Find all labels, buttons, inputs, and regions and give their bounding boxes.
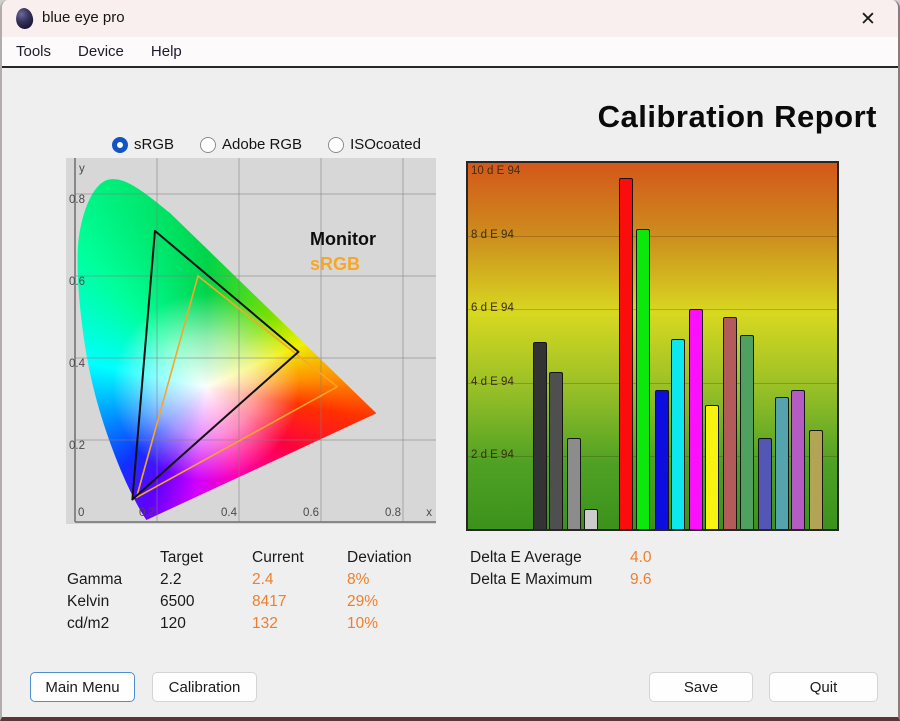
delta-e-bar-green [636,228,650,529]
delta-e-bar-slate-blue [758,437,772,529]
delta-e-maximum-value: 9.6 [630,571,652,588]
cie-x-tick-label: 0.6 [303,507,319,519]
stats-deviation-value: 29% [347,593,379,610]
radio-unselected-icon[interactable] [328,136,345,153]
cie-grid-and-gamut-triangles: y 0.8 0.6 0.4 0.2 0 0.2 0.4 0.6 0.8 x [69,158,436,523]
delta-e-bar-orchid [791,389,805,529]
srgb-gamut-triangle [135,275,339,499]
bar-chart-gridline [468,382,837,384]
gamut-radio-group: sRGB Adobe RGB ISOcoated [112,136,421,153]
delta-e-maximum-label: Delta E Maximum [470,571,593,588]
radio-option-srgb[interactable]: sRGB [112,136,174,153]
menu-item-tools[interactable]: Tools [16,43,51,60]
delta-e-bar-gray-mid-dark [549,371,563,529]
delta-e-bar-blue [655,389,669,529]
stats-current-value: 2.4 [252,571,274,588]
stats-row-label-kelvin: Kelvin [67,593,110,610]
delta-e-average-label: Delta E Average [470,549,582,566]
stats-target-value: 2.2 [160,571,182,588]
radio-option-adobe-rgb[interactable]: Adobe RGB [200,136,302,153]
main-menu-button[interactable]: Main Menu [30,672,135,702]
radio-label: Adobe RGB [222,136,303,153]
cie-x-tick-label: 0.4 [221,507,238,519]
bar-chart-gridline [468,236,837,238]
cie-x-tick-label: 0.2 [139,507,155,519]
radio-option-isocoated[interactable]: ISOcoated [328,136,421,153]
delta-e-bar-cyan [671,338,685,529]
cie-chromaticity-diagram: y 0.8 0.6 0.4 0.2 0 0.2 0.4 0.6 0.8 x Monitor sRGB [66,158,436,524]
stats-row-label-gamma: Gamma [67,571,123,588]
menu-item-device[interactable]: Device [78,43,124,60]
bar-chart-ytick-label: 2 d E 94 [471,448,514,461]
cie-x-axis-letter: x [426,507,432,519]
delta-e-average-value: 4.0 [630,549,652,566]
radio-selected-icon[interactable] [112,136,128,153]
cie-y-axis-letter: y [79,163,85,175]
stats-deviation-value: 10% [347,615,379,632]
delta-e-bar-gray-dark [533,342,547,529]
bar-chart-ytick-label: 6 d E 94 [471,302,514,315]
radio-label: ISOcoated [350,136,421,153]
menu-item-help[interactable]: Help [151,43,182,60]
stats-header-deviation: Deviation [347,549,412,566]
app-logo-icon [14,7,35,30]
bar-chart-ytick-label: 8 d E 94 [471,229,514,242]
stats-row-label-cdm2: cd/m2 [67,615,110,632]
stats-target-value: 6500 [160,593,195,610]
app-window: blue eye pro ✕ Tools Device Help Calibrati… [0,0,900,721]
stats-deviation-value: 8% [347,571,370,588]
title-bar: blue eye pro ✕ [2,0,898,37]
bar-chart-ytick-label: 4 d E 94 [471,375,514,388]
legend-srgb: sRGB [310,254,361,274]
bar-chart-gridline [468,309,837,311]
menu-bar: Tools Device Help [2,37,898,68]
cie-y-tick-label: 0.6 [69,276,85,288]
close-icon[interactable]: ✕ [848,4,888,34]
cie-y-tick-label: 0.4 [69,358,86,370]
calibration-button[interactable]: Calibration [152,672,257,702]
stats-header-current: Current [252,549,304,566]
page-title: Calibration Report [597,99,877,134]
radio-label: sRGB [134,136,175,153]
save-button[interactable]: Save [649,672,753,702]
cie-y-tick-label: 0.8 [69,194,85,206]
delta-e-bar-magenta [689,309,703,529]
stats-current-value: 132 [252,615,278,632]
cie-y-tick-label: 0.2 [69,440,85,452]
delta-e-bar-chart: 10 d E 94 8 d E 94 6 d E 94 4 d E 94 2 d E 9… [466,161,839,531]
stats-current-value: 8417 [252,593,287,610]
delta-e-bar-yellow [705,404,719,529]
stats-target-value: 120 [160,615,186,632]
legend-monitor: Monitor [310,229,376,249]
delta-e-bar-sea-green [740,335,754,529]
quit-button[interactable]: Quit [769,672,878,702]
radio-unselected-icon[interactable] [200,136,217,153]
delta-e-bar-gray-light [584,508,598,529]
cie-x-tick-label: 0.8 [385,507,401,519]
window-title: blue eye pro [42,9,125,26]
bar-chart-ytick-label: 10 d E 94 [471,165,521,177]
delta-e-bar-brown [723,316,737,529]
delta-e-bar-red [619,177,633,529]
delta-e-bar-gray-mid [567,437,581,529]
delta-e-bar-teal [775,397,789,529]
stats-header-target: Target [160,549,204,566]
cie-x-tick-label: 0 [78,507,84,519]
delta-e-bar-khaki [809,430,823,529]
